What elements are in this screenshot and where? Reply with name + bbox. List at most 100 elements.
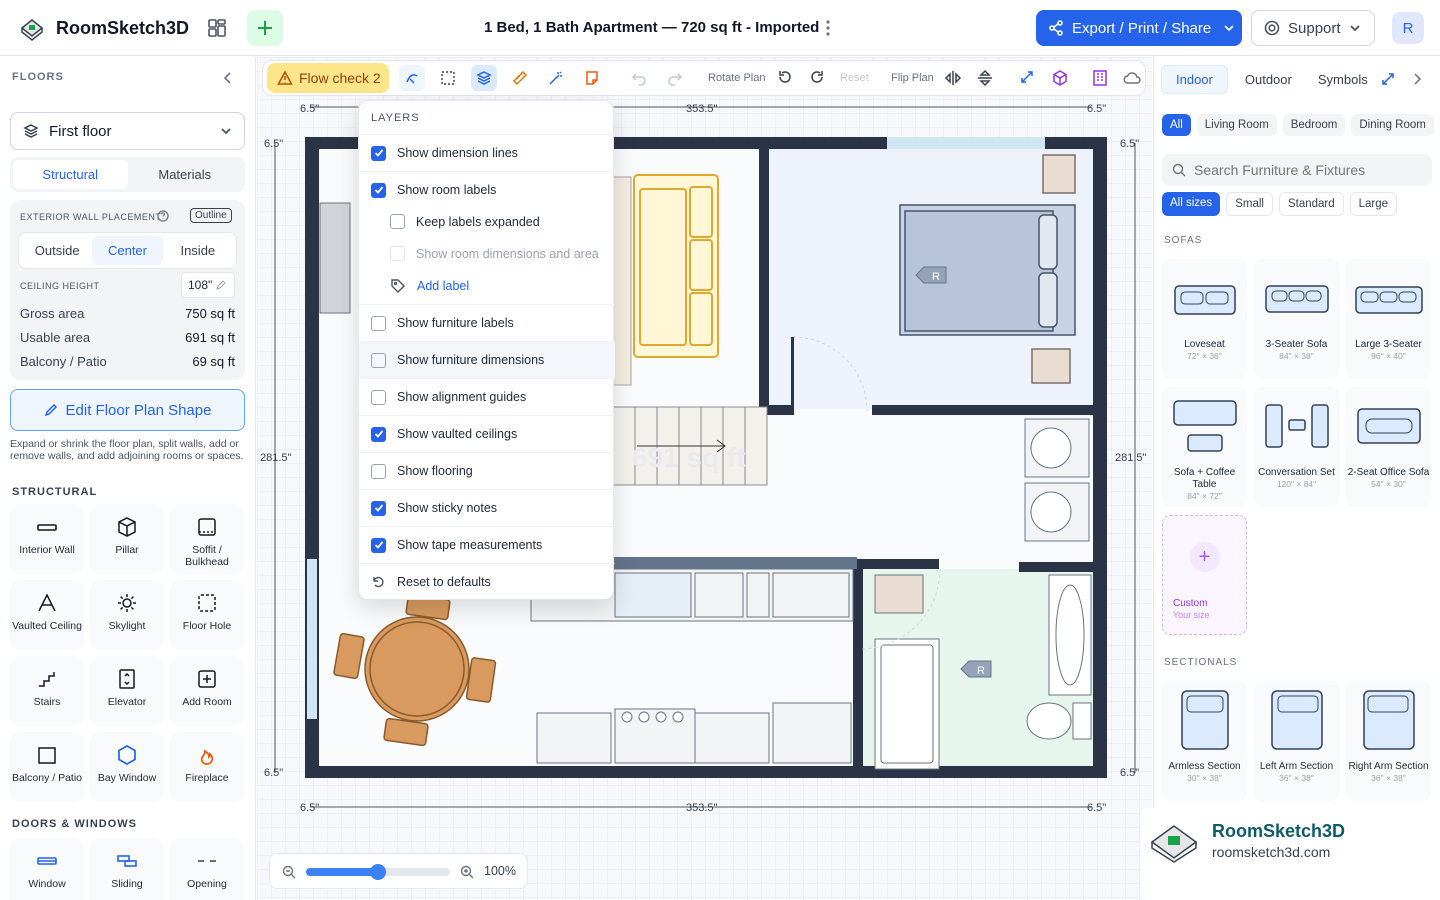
app-logo-icon[interactable] [18,14,46,42]
tool-window[interactable]: Window [10,838,84,900]
tool-bay-window[interactable]: Bay Window [90,732,164,802]
tool-opening[interactable]: Opening [170,838,244,900]
tool-vaulted-ceiling[interactable]: Vaulted Ceiling [10,580,84,650]
zoom-in-icon[interactable] [460,865,474,879]
tool-stairs[interactable]: Stairs [10,656,84,726]
avatar[interactable]: R [1392,12,1424,44]
layer-dimension-lines[interactable]: Show dimension lines [359,134,615,171]
checkbox-checked-icon[interactable] [371,500,386,516]
tool-pillar[interactable]: Pillar [90,504,164,574]
tool-soffit[interactable]: Soffit / Bulkhead [170,504,244,574]
tab-symbols[interactable]: Symbols [1309,65,1377,94]
layer-room-labels[interactable]: Show room labels [359,171,615,208]
item-armless-section[interactable]: Armless Section 30" × 38" [1162,681,1247,801]
cloud-icon[interactable] [1123,70,1141,86]
measure-tape-icon[interactable] [507,65,533,91]
rotate-ccw-icon[interactable] [776,69,794,87]
tool-fireplace[interactable]: Fireplace [170,732,244,802]
layer-flooring[interactable]: Show flooring [359,452,615,489]
tab-outdoor[interactable]: Outdoor [1232,65,1305,94]
building-icon[interactable] [1091,69,1109,87]
expand-panel-icon[interactable] [1381,72,1395,86]
checkbox-icon[interactable] [371,352,386,368]
magic-select-icon[interactable] [399,65,425,91]
info-icon[interactable] [157,210,169,222]
placement-inside[interactable]: Inside [163,236,233,265]
tab-indoor[interactable]: Indoor [1161,65,1228,94]
room-filter-dining[interactable]: Dining Room [1351,114,1434,136]
dashboard-icon[interactable] [201,12,233,44]
next-panel-icon[interactable] [1412,73,1422,85]
room-filter-all[interactable]: All [1162,114,1191,136]
item-office-sofa[interactable]: 2-Seat Office Sofa 54" × 30" [1346,387,1431,507]
tool-interior-wall[interactable]: Interior Wall [10,504,84,574]
search-field[interactable] [1162,154,1432,186]
item-3-seater-sofa[interactable]: 3-Seater Sofa 84" × 38" [1254,259,1339,379]
room-filter-living[interactable]: Living Room [1196,114,1277,136]
edit-floor-plan-shape-button[interactable]: Edit Floor Plan Shape [10,389,245,431]
size-filter-all[interactable]: All sizes [1162,192,1221,216]
support-button[interactable]: Support [1251,10,1375,46]
size-filter-small[interactable]: Small [1226,192,1273,216]
size-filter-standard[interactable]: Standard [1278,192,1344,216]
checkbox-icon[interactable] [371,315,386,331]
checkbox-checked-icon[interactable] [371,182,386,198]
checkbox-checked-icon[interactable] [371,537,386,553]
export-button[interactable]: Export / Print / Share [1036,10,1242,46]
checkbox-checked-icon[interactable] [371,426,386,442]
checkbox-icon[interactable] [371,389,386,405]
document-title[interactable]: 1 Bed, 1 Bath Apartment — 720 sq ft - Im… [484,19,819,36]
flow-check-button[interactable]: Flow check 2 [267,63,389,93]
collapse-panel-icon[interactable] [222,71,234,85]
rotate-cw-icon[interactable] [808,69,826,87]
layers-icon[interactable] [471,65,497,91]
layer-alignment-guides[interactable]: Show alignment guides [359,378,615,415]
layer-furniture-labels[interactable]: Show furniture labels [359,304,615,341]
tool-sliding[interactable]: Sliding [90,838,164,900]
ceiling-height-input[interactable]: 108" [181,272,235,298]
redo-icon[interactable] [667,70,683,86]
magic-wand-icon[interactable] [543,65,569,91]
select-area-icon[interactable] [435,65,461,91]
tool-balcony[interactable]: Balcony / Patio [10,732,84,802]
tool-add-room[interactable]: Add Room [170,656,244,726]
placement-outside[interactable]: Outside [22,236,92,265]
flip-horizontal-icon[interactable] [944,69,962,87]
size-filter-large[interactable]: Large [1349,192,1398,216]
item-right-arm-section[interactable]: Right Arm Section 36" × 38" [1346,681,1431,801]
placement-center[interactable]: Center [92,236,163,265]
tool-elevator[interactable]: Elevator [90,656,164,726]
floor-select[interactable]: First floor [10,112,245,150]
tool-skylight[interactable]: Skylight [90,580,164,650]
room-filter-bedroom[interactable]: Bedroom [1282,114,1346,136]
tab-structural[interactable]: Structural [13,160,128,189]
fullscreen-icon[interactable] [1019,69,1035,85]
item-conversation-set[interactable]: Conversation Set 120" × 84" [1254,387,1339,507]
more-options-icon[interactable] [822,18,834,38]
undo-icon[interactable] [631,70,647,86]
tab-materials[interactable]: Materials [128,160,243,189]
add-label-link[interactable]: Add label [359,269,615,302]
layer-keep-labels-expanded[interactable]: Keep labels expanded [359,205,615,238]
tool-floor-hole[interactable]: Floor Hole [170,580,244,650]
search-input[interactable] [1194,162,1414,178]
item-custom-size[interactable]: + Custom Your size [1162,515,1247,635]
sticky-note-icon[interactable] [579,65,605,91]
add-icon[interactable] [247,10,283,46]
outline-badge[interactable]: Outline [190,208,232,223]
flip-vertical-icon[interactable] [976,69,994,87]
reset-to-defaults-button[interactable]: Reset to defaults [359,563,615,600]
checkbox-icon[interactable] [371,463,386,479]
item-large-3-seater[interactable]: Large 3-Seater 96" × 40" [1346,259,1431,379]
item-left-arm-section[interactable]: Left Arm Section 36" × 38" [1254,681,1339,801]
3d-view-icon[interactable] [1051,69,1069,87]
checkbox-icon[interactable] [390,214,405,229]
item-sofa-coffee-table[interactable]: Sofa + Coffee Table 84" × 72" [1162,387,1247,507]
reset-rotation-button[interactable]: Reset [840,72,869,84]
checkbox-checked-icon[interactable] [371,145,386,161]
layer-vaulted-ceilings[interactable]: Show vaulted ceilings [359,415,615,452]
layer-tape-measurements[interactable]: Show tape measurements [359,526,615,563]
item-loveseat[interactable]: Loveseat 72" × 36" [1162,259,1247,379]
layer-furniture-dimensions[interactable]: Show furniture dimensions [359,341,615,378]
zoom-out-icon[interactable] [282,865,296,879]
